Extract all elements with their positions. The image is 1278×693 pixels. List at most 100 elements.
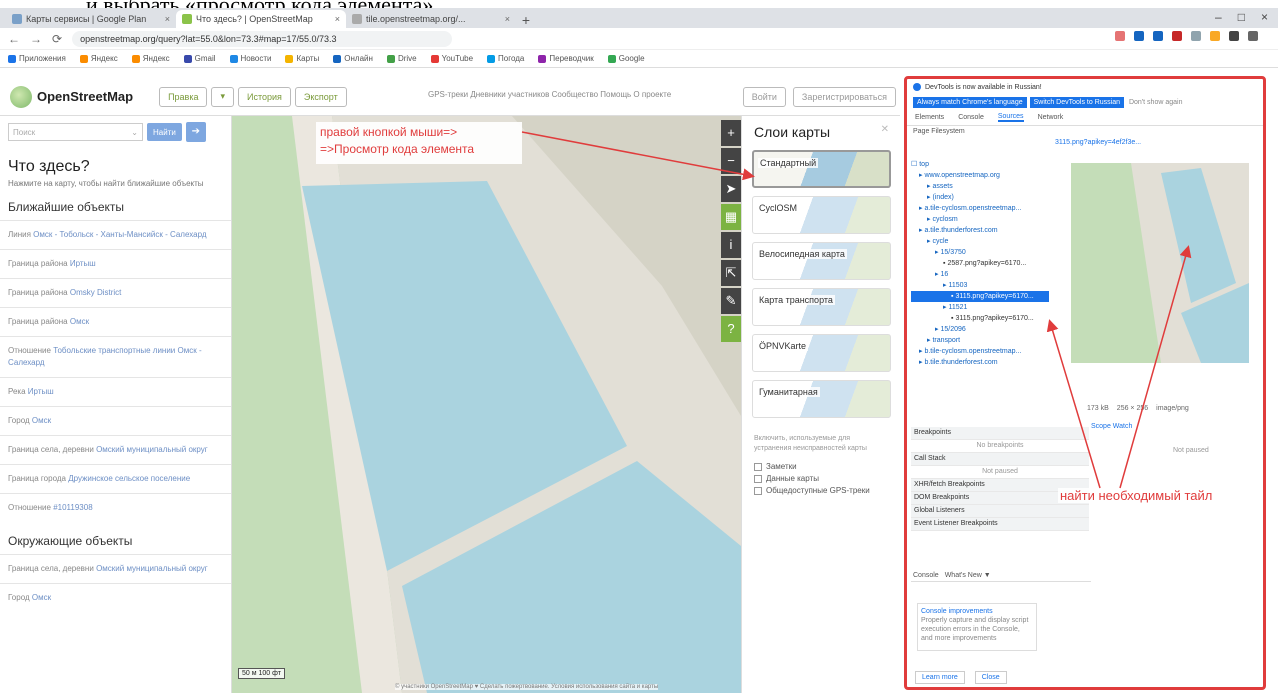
tab-close-icon[interactable]: × [505,14,510,24]
browser-tab[interactable]: Карты сервисы | Google Plan × [6,10,176,28]
bookmark[interactable]: Приложения [8,54,66,63]
tree-node[interactable]: ▸ cycle [911,236,1049,247]
checkbox-icon[interactable] [754,462,762,471]
learn-more-button[interactable]: Learn more [915,671,965,684]
login-button[interactable]: Войти [742,87,786,107]
minimize-icon[interactable]: – [1215,10,1222,24]
extension-icon[interactable] [1153,31,1163,41]
bookmark[interactable]: YouTube [430,54,473,63]
checkbox-icon[interactable] [754,474,762,483]
forward-icon[interactable]: → [30,32,42,46]
tree-node[interactable]: ▸ (index) [911,192,1049,203]
tree-node[interactable]: ▸ 15/2096 [911,324,1049,335]
item-link[interactable]: Иртыш [70,259,96,268]
tree-node[interactable]: ☐ top [911,159,1049,170]
zoom-in-button[interactable]: + [721,120,741,146]
close-window-icon[interactable]: × [1261,10,1268,24]
share-icon[interactable]: ⇱ [721,260,741,286]
debugger-section[interactable]: Global Listeners [911,505,1089,518]
close-icon[interactable]: ✕ [881,124,889,140]
tab-close-icon[interactable]: × [165,14,170,24]
debugger-section[interactable]: No breakpoints [911,440,1089,453]
switch-language-button[interactable]: Switch DevTools to Russian [1029,97,1124,108]
tree-node[interactable]: ▸ transport [911,335,1049,346]
profile-icon[interactable] [1248,31,1258,41]
reload-icon[interactable]: ⟳ [52,32,62,46]
match-language-button[interactable]: Always match Chrome's language [913,97,1027,108]
puzzle-icon[interactable] [1229,31,1239,41]
tree-node[interactable]: ▸ cyclosm [911,214,1049,225]
history-button[interactable]: История [238,86,291,107]
layer-option[interactable]: Карта транспорта [752,288,891,326]
maximize-icon[interactable]: □ [1238,10,1245,24]
info-icon[interactable]: i [721,232,741,258]
bookmark[interactable]: Карты [285,54,319,63]
item-link[interactable]: Омск [32,416,51,425]
tab-network[interactable]: Network [1038,114,1064,121]
tree-node[interactable]: ▸ assets [911,181,1049,192]
layer-option[interactable]: ÖPNVKarte [752,334,891,372]
item-link[interactable]: Омск [32,593,51,602]
debugger-section[interactable]: Breakpoints [911,427,1089,440]
open-file-tab[interactable]: 3115.png?apikey=4ef2f3e... [1055,139,1141,146]
tab-console[interactable]: Console [958,114,984,121]
export-button[interactable]: Экспорт [294,86,347,107]
item-link[interactable]: Дружинское сельское поселение [68,474,190,483]
layer-option[interactable]: Стандартный [752,150,891,188]
item-link[interactable]: Омский муниципальный округ [96,445,208,454]
item-link[interactable]: Omsky District [70,288,122,297]
new-tab-button[interactable]: + [516,12,536,28]
item-link[interactable]: #10119308 [53,503,92,512]
scope-tabs[interactable]: Scope Watch [1091,423,1132,430]
bookmark[interactable]: Drive [386,54,417,63]
tab-close-icon[interactable]: × [335,14,340,24]
debugger-section[interactable]: Not paused [911,466,1089,479]
extension-icon[interactable] [1191,31,1201,41]
locate-icon[interactable]: ➤ [721,176,741,202]
search-input[interactable]: Поиск ⌄ [8,123,143,141]
tree-node[interactable]: ▸ b.tile-cyclosm.openstreetmap... [911,346,1049,357]
map-attribution[interactable]: © участники OpenStreetMap ♥ Сделать поже… [395,684,659,690]
tree-node[interactable]: ▸ a.tile-cyclosm.openstreetmap... [911,203,1049,214]
tree-node[interactable]: ▸ 16 [911,269,1049,280]
map-canvas[interactable]: + − ➤ ▦ i ⇱ ✎ ? [232,116,741,693]
query-icon[interactable]: ? [721,316,741,342]
debugger-section[interactable]: Call Stack [911,453,1089,466]
edit-dropdown-icon[interactable]: ▾ [211,86,235,107]
item-link[interactable]: Омский муниципальный округ [96,564,208,573]
overlay-checkbox[interactable]: Данные карты [754,474,889,483]
search-button[interactable]: Найти [147,123,182,141]
extension-icon[interactable] [1210,31,1220,41]
overlay-checkbox[interactable]: Общедоступные GPS-треки [754,486,889,495]
directions-icon[interactable]: ➔ [185,122,206,142]
item-link[interactable]: Омск [70,317,89,326]
bookmark[interactable]: Gmail [183,54,216,63]
header-links[interactable]: GPS-треки Дневники участников Сообщество… [428,90,671,99]
tree-node[interactable]: ▪ 3115.png?apikey=6170... [911,313,1049,324]
browser-tab[interactable]: tile.openstreetmap.org/... × [346,10,516,28]
checkbox-icon[interactable] [754,486,762,495]
dont-show-button[interactable]: Don't show again [1127,97,1184,108]
bookmark[interactable]: Онлайн [333,54,373,63]
url-field[interactable]: openstreetmap.org/query?lat=55.0&lon=73.… [72,30,453,47]
osm-logo[interactable]: OpenStreetMap [10,85,133,108]
bookmark[interactable]: Google [607,54,645,63]
tree-node[interactable]: ▪ 3115.png?apikey=6170... [911,291,1049,302]
extension-icon[interactable] [1172,31,1182,41]
tree-node[interactable]: ▸ 11503 [911,280,1049,291]
tree-node[interactable]: ▸ b.tile.thunderforest.com [911,357,1049,368]
tree-node[interactable]: ▸ www.openstreetmap.org [911,170,1049,181]
sources-subtabs[interactable]: Page Filesystem [907,126,1263,137]
layer-option[interactable]: CyclOSM [752,196,891,234]
debugger-section[interactable]: Event Listener Breakpoints [911,518,1089,531]
overlay-checkbox[interactable]: Заметки [754,462,889,471]
item-link[interactable]: Иртыш [28,387,54,396]
layers-icon[interactable]: ▦ [721,204,741,230]
extension-icon[interactable] [1134,31,1144,41]
bookmark[interactable]: Погода [487,54,524,63]
layer-option[interactable]: Велосипедная карта [752,242,891,280]
bookmark[interactable]: Переводчик [538,54,594,63]
zoom-out-button[interactable]: − [721,148,741,174]
bookmark[interactable]: Новости [229,54,271,63]
note-icon[interactable]: ✎ [721,288,741,314]
